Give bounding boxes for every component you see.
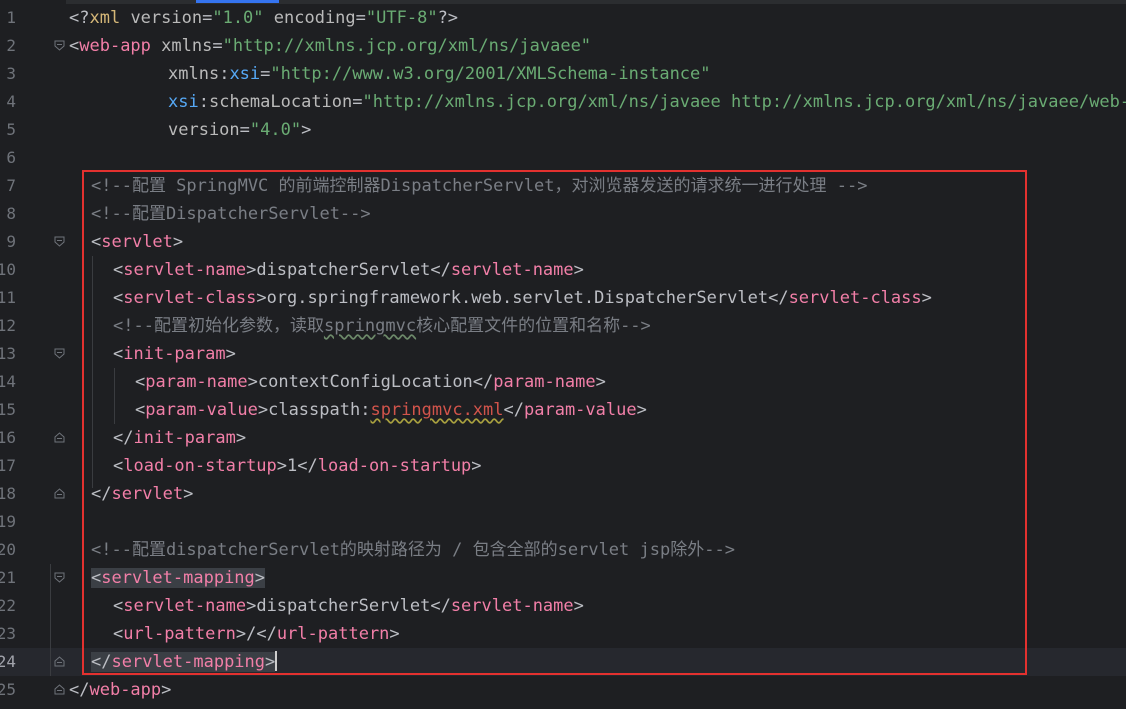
- code-token: =: [355, 8, 366, 28]
- fold-close-icon[interactable]: [54, 488, 65, 499]
- code-line[interactable]: 5 version="4.0">: [0, 116, 1126, 144]
- code-token: =: [212, 36, 223, 56]
- line-number: 5: [6, 121, 16, 139]
- code-line[interactable]: 6: [0, 144, 1126, 172]
- code-editor[interactable]: 1 <?xml version="1.0" encoding="UTF-8"?> 2…: [0, 0, 1126, 709]
- code-token: "http://xmlns.jcp.org/xml/ns/javaee": [222, 36, 592, 56]
- code-token: "http://xmlns.jcp.org/xml/ns/javaee http…: [362, 92, 1126, 112]
- fold-open-icon[interactable]: [54, 236, 65, 247]
- line-number: 19: [0, 513, 16, 531]
- code-token: web-app: [89, 680, 162, 700]
- line-number: 15: [0, 401, 16, 419]
- line-number: 18: [0, 485, 16, 503]
- code-text: </web-app>: [69, 679, 171, 701]
- code-token: encoding: [273, 8, 356, 28]
- code-token: :: [198, 92, 209, 112]
- line-number: 11: [0, 289, 16, 307]
- code-token: xsi: [229, 64, 261, 84]
- code-token: xsi: [168, 92, 199, 112]
- code-text: version="4.0">: [168, 119, 311, 141]
- code-token: >: [301, 120, 312, 140]
- line-number: 4: [6, 93, 16, 111]
- code-line[interactable]: 1 <?xml version="1.0" encoding="UTF-8"?>: [0, 4, 1126, 32]
- code-token: ?>: [437, 8, 459, 28]
- line-number: 7: [6, 177, 16, 195]
- line-number: 20: [0, 541, 16, 559]
- annotation-highlight-box: [82, 170, 1027, 675]
- code-token: "http://www.w3.org/2001/XMLSchema-instan…: [270, 64, 711, 84]
- line-number: 17: [0, 457, 16, 475]
- code-token: xmlns: [168, 64, 220, 84]
- fold-open-icon[interactable]: [54, 40, 65, 51]
- line-number: 24: [0, 653, 16, 671]
- fold-close-icon[interactable]: [54, 656, 65, 667]
- line-number: 21: [0, 569, 16, 587]
- code-token: version: [168, 120, 240, 140]
- active-tab-indicator: [196, 0, 279, 3]
- line-number: 22: [0, 597, 16, 615]
- line-number: 25: [0, 681, 16, 699]
- code-token: "UTF-8": [365, 8, 438, 28]
- code-token: =: [260, 64, 271, 84]
- code-token: xml: [89, 8, 131, 28]
- line-number: 23: [0, 625, 16, 643]
- fold-close-icon[interactable]: [54, 432, 65, 443]
- code-text: xsi:schemaLocation="http://xmlns.jcp.org…: [168, 91, 1126, 113]
- code-text: <web-app xmlns="http://xmlns.jcp.org/xml…: [69, 35, 591, 57]
- code-token: =: [239, 120, 250, 140]
- line-number: 3: [6, 65, 16, 83]
- line-number: 16: [0, 429, 16, 447]
- code-token: <?: [69, 8, 90, 28]
- line-number: 13: [0, 345, 16, 363]
- code-token: "4.0": [249, 120, 302, 140]
- code-token: "1.0": [212, 8, 274, 28]
- code-token: schemaLocation: [208, 92, 353, 112]
- code-token: =: [352, 92, 363, 112]
- code-line[interactable]: 25 </web-app>: [0, 676, 1126, 704]
- code-token: xmlns: [161, 36, 213, 56]
- indent-guide: [50, 564, 51, 676]
- code-line[interactable]: 3 xmlns:xsi="http://www.w3.org/2001/XMLSc…: [0, 60, 1126, 88]
- code-token: <: [69, 36, 80, 56]
- line-number: 1: [6, 9, 16, 27]
- fold-open-icon[interactable]: [54, 572, 65, 583]
- code-token: :: [219, 64, 230, 84]
- line-number: 12: [0, 317, 16, 335]
- code-token: web-app: [79, 36, 162, 56]
- code-line[interactable]: 2 <web-app xmlns="http://xmlns.jcp.org/xm…: [0, 32, 1126, 60]
- line-number: 6: [6, 149, 16, 167]
- code-token: version: [130, 8, 203, 28]
- line-number: 10: [0, 261, 16, 279]
- line-number: 2: [6, 37, 16, 55]
- code-line[interactable]: 4 xsi:schemaLocation="http://xmlns.jcp.or…: [0, 88, 1126, 116]
- line-number: 14: [0, 373, 16, 391]
- line-number: 9: [6, 233, 16, 251]
- code-token: </: [69, 680, 90, 700]
- code-text: xmlns:xsi="http://www.w3.org/2001/XMLSch…: [168, 63, 711, 85]
- line-number: 8: [6, 205, 16, 223]
- code-token: =: [202, 8, 213, 28]
- fold-open-icon[interactable]: [54, 348, 65, 359]
- code-token: >: [161, 680, 172, 700]
- code-text: <?xml version="1.0" encoding="UTF-8"?>: [69, 7, 458, 29]
- fold-close-icon[interactable]: [54, 684, 65, 695]
